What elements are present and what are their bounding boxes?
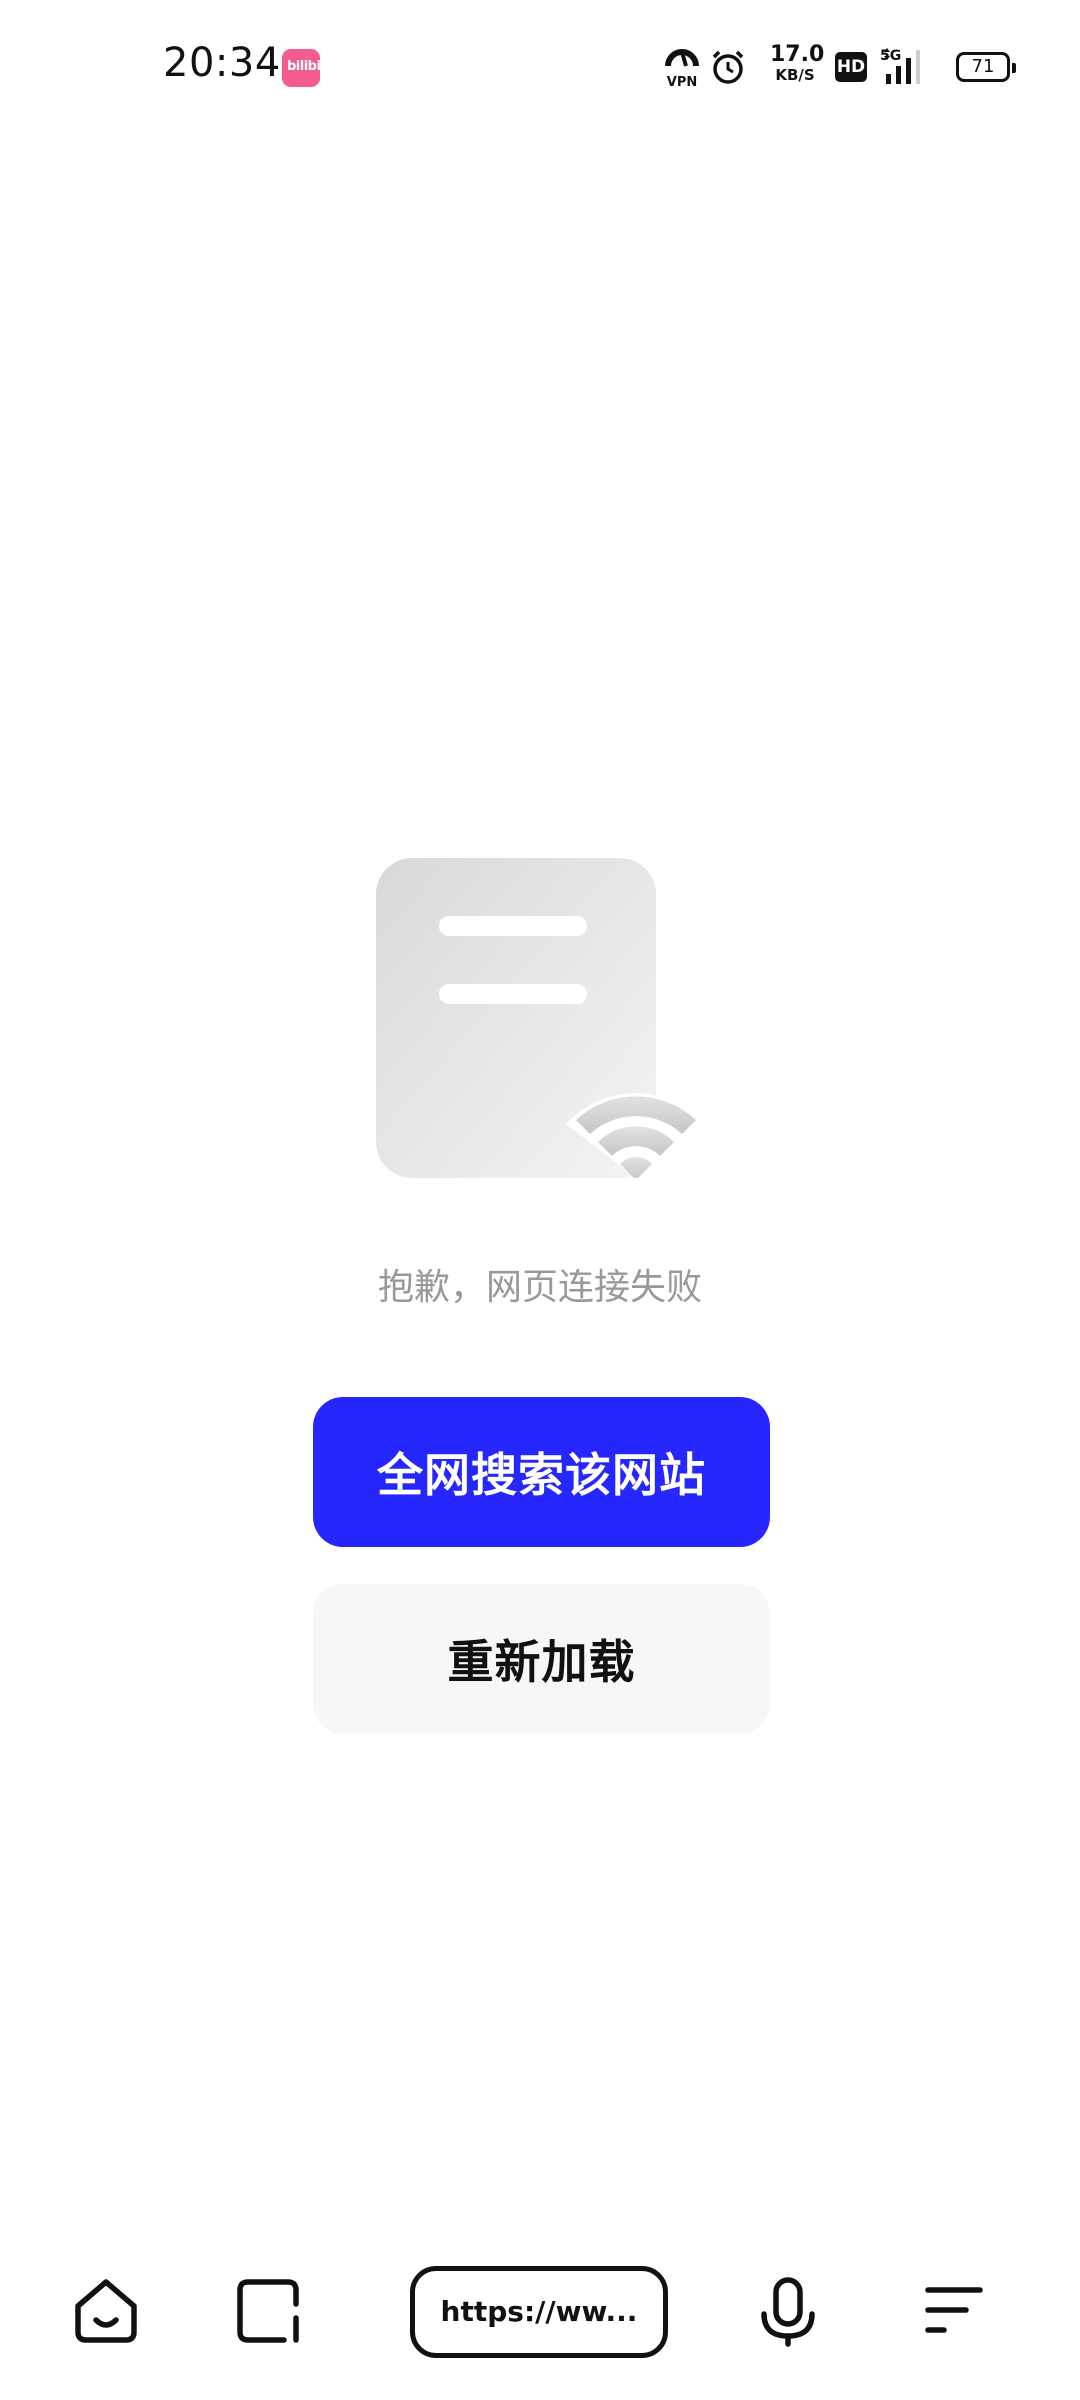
reload-button[interactable]: 重新加载 [313,1584,770,1734]
network-speed: 17.0 KB/S [770,42,825,84]
network-speed-unit: KB/S [775,66,815,84]
status-time: 20:34 [163,40,281,86]
home-icon[interactable] [66,2270,146,2350]
search-web-button[interactable]: 全网搜索该网站 [313,1397,770,1547]
menu-icon[interactable] [914,2270,994,2350]
network-speed-value: 17.0 [770,42,825,67]
status-bar: 20:34 bilibili VPN 17.0 KB/S HD 5G 71 [0,0,1080,136]
address-bar[interactable]: https://ww... [410,2266,668,2358]
battery-indicator: 71 [956,52,1016,82]
signal-icon [884,48,920,84]
bilibili-badge-text: bilibili [287,59,329,74]
browser-screen: 20:34 bilibili VPN 17.0 KB/S HD 5G 71 抱歉… [0,0,1080,2400]
error-message: 抱歉，网页连接失败 [377,1267,702,1308]
microphone-icon[interactable] [748,2270,828,2350]
alarm-icon [712,50,744,84]
vpn-icon: VPN [665,49,699,90]
tabs-icon[interactable] [228,2270,308,2350]
vpn-label: VPN [667,75,697,90]
connection-failed-illustration [376,858,706,1178]
bilibili-notification-icon: bilibili [282,49,329,87]
